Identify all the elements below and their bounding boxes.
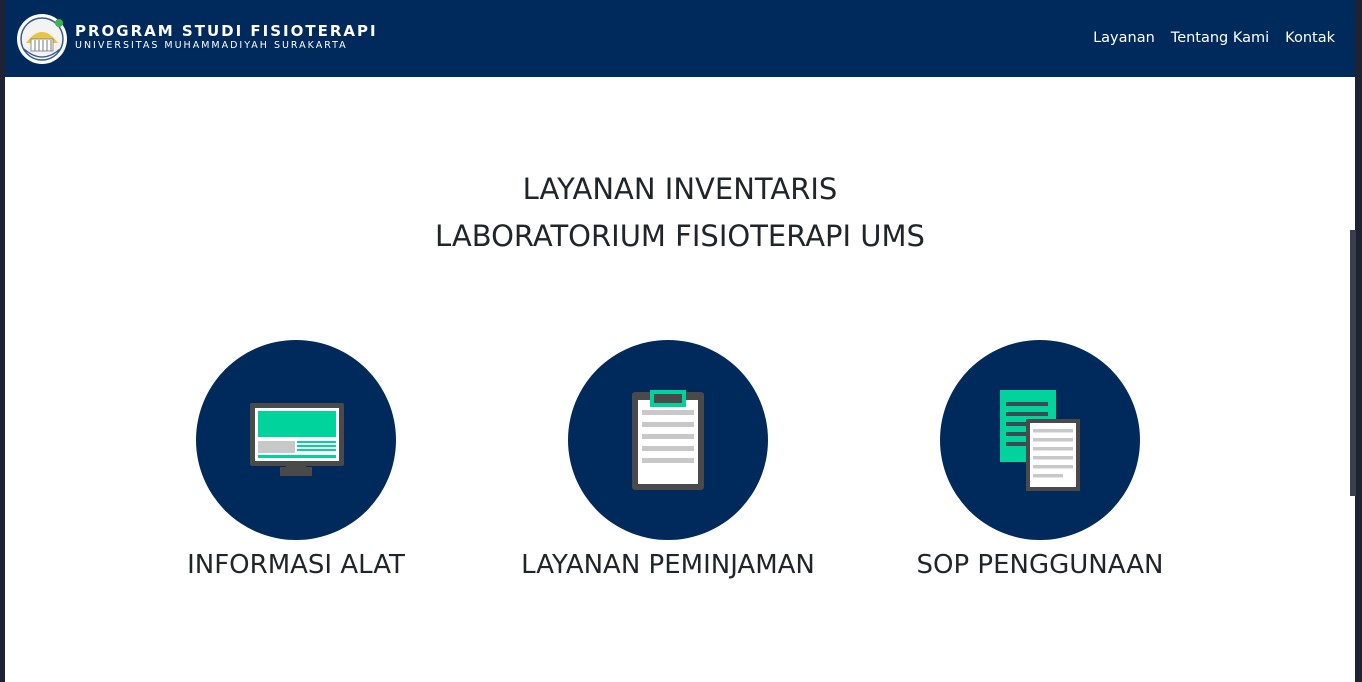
navbar: PROGRAM STUDI FISIOTERAPI UNIVERSITAS MU… (5, 0, 1355, 77)
page-title-line2: LABORATORIUM FISIOTERAPI UMS (435, 219, 925, 253)
card-sop-penggunaan[interactable]: SOP PENGGUNAAN (860, 340, 1220, 580)
nav-link-kontak[interactable]: Kontak (1285, 30, 1335, 46)
card-circle[interactable] (196, 340, 396, 540)
clipboard-icon (632, 390, 704, 490)
brand-title: PROGRAM STUDI FISIOTERAPI (75, 22, 378, 40)
documents-icon (1000, 390, 1080, 491)
brand[interactable]: PROGRAM STUDI FISIOTERAPI UNIVERSITAS MU… (75, 22, 378, 52)
page-title: LAYANAN INVENTARIS LABORATORIUM FISIOTER… (5, 166, 1355, 260)
card-label: LAYANAN PEMINJAMAN (521, 550, 815, 580)
card-layanan-peminjaman[interactable]: LAYANAN PEMINJAMAN (488, 340, 848, 580)
fisioterapi-logo[interactable] (16, 13, 68, 65)
nav-link-layanan[interactable]: Layanan (1093, 30, 1155, 46)
card-informasi-alat[interactable]: INFORMASI ALAT (116, 340, 476, 580)
scrollbar[interactable] (1350, 230, 1356, 496)
brand-subtitle: UNIVERSITAS MUHAMMADIYAH SURAKARTA (75, 40, 348, 51)
card-circle[interactable] (568, 340, 768, 540)
nav-links: Layanan Tentang Kami Kontak (1093, 30, 1335, 46)
page-title-line1: LAYANAN INVENTARIS (522, 172, 838, 206)
card-circle[interactable] (940, 340, 1140, 540)
monitor-icon (250, 403, 344, 476)
page-frame: PROGRAM STUDI FISIOTERAPI UNIVERSITAS MU… (5, 0, 1355, 682)
nav-link-tentang-kami[interactable]: Tentang Kami (1171, 30, 1269, 46)
card-label: SOP PENGGUNAAN (916, 550, 1164, 580)
card-label: INFORMASI ALAT (187, 550, 405, 580)
